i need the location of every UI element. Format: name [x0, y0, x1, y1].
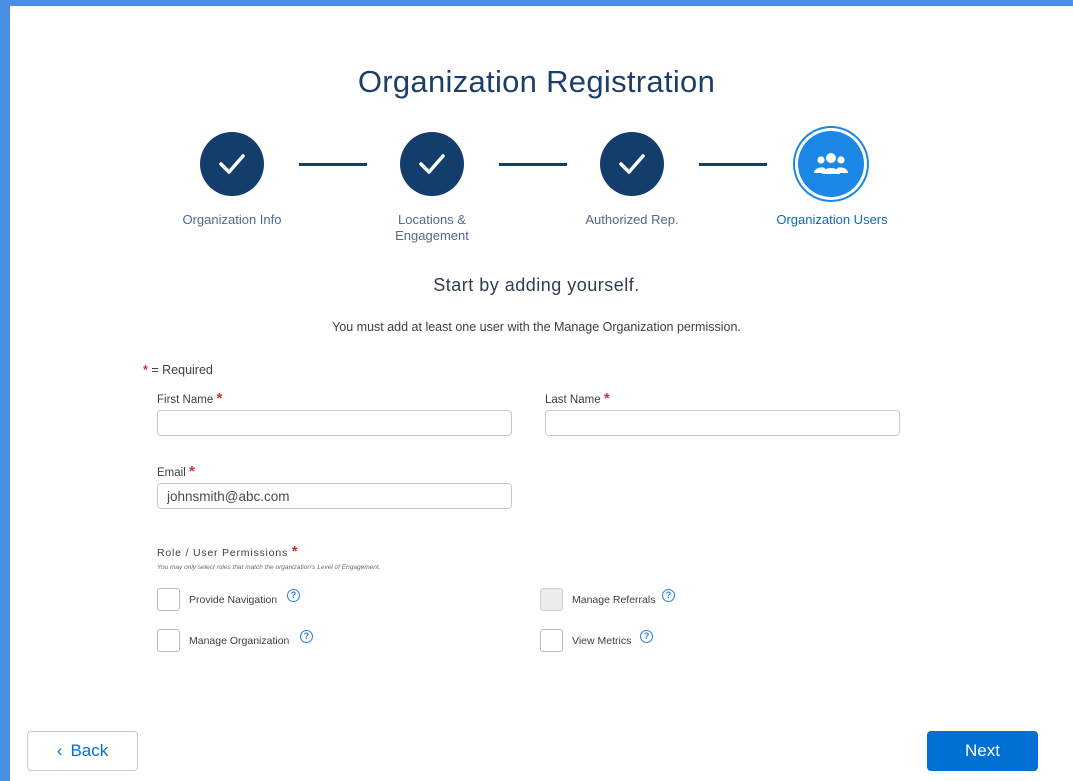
required-asterisk: *	[216, 390, 223, 407]
view-metrics-checkbox[interactable]	[540, 629, 563, 652]
window-top-border	[0, 0, 1073, 6]
last-name-label-text: Last Name	[545, 394, 601, 406]
first-name-input[interactable]	[157, 410, 512, 436]
help-icon[interactable]: ?	[287, 589, 300, 602]
last-name-label: Last Name *	[545, 390, 610, 407]
required-legend-text: = Required	[151, 363, 213, 377]
first-name-label: First Name *	[157, 390, 222, 407]
required-legend: * = Required	[143, 363, 213, 377]
required-asterisk: *	[291, 543, 299, 560]
help-icon[interactable]: ?	[300, 630, 313, 643]
next-button[interactable]: Next	[927, 731, 1038, 771]
permissions-hint: You may only select roles that match the…	[157, 564, 381, 571]
step-connector	[499, 163, 567, 166]
page-title: Organization Registration	[357, 64, 716, 99]
check-icon	[619, 154, 645, 174]
permissions-title: Role / User Permissions *	[157, 543, 298, 560]
manage-organization-checkbox[interactable]	[157, 629, 180, 652]
manage-referrals-label: Manage Referrals	[572, 594, 656, 606]
help-icon[interactable]: ?	[662, 589, 675, 602]
step-connector	[699, 163, 767, 166]
step-1-label: Organization Info	[182, 212, 282, 227]
step-2-complete[interactable]	[400, 132, 464, 196]
help-icon[interactable]: ?	[640, 630, 653, 643]
required-asterisk: *	[603, 390, 610, 407]
email-input[interactable]	[157, 483, 512, 509]
email-label-text: Email	[157, 467, 186, 479]
step-4-label: Organization Users	[776, 212, 888, 227]
section-heading: Start by adding yourself.	[433, 275, 640, 295]
provide-navigation-checkbox[interactable]	[157, 588, 180, 611]
last-name-input[interactable]	[545, 410, 900, 436]
step-1-complete[interactable]	[200, 132, 264, 196]
info-text: You must add at least one user with the …	[332, 320, 741, 334]
step-connector	[299, 163, 367, 166]
manage-referrals-checkbox[interactable]	[540, 588, 563, 611]
step-4-active[interactable]	[798, 131, 864, 197]
email-label: Email *	[157, 463, 195, 480]
back-button-label: Back	[70, 741, 109, 760]
required-asterisk: *	[143, 363, 148, 377]
first-name-label-text: First Name	[157, 394, 214, 406]
users-group-icon	[814, 153, 848, 174]
view-metrics-label: View Metrics	[572, 635, 632, 647]
chevron-left-icon: ‹	[56, 741, 63, 760]
step-3-complete[interactable]	[600, 132, 664, 196]
required-asterisk: *	[188, 463, 195, 480]
window-left-border	[0, 0, 10, 781]
step-2-label: Locations & Engagement	[395, 212, 469, 243]
permissions-title-text: Role / User Permissions	[157, 547, 289, 559]
check-icon	[419, 154, 445, 174]
back-button[interactable]: ‹ Back	[27, 731, 138, 771]
check-icon	[219, 154, 245, 174]
provide-navigation-label: Provide Navigation	[189, 594, 278, 606]
step-3-label: Authorized Rep.	[585, 212, 679, 227]
manage-organization-label: Manage Organization	[189, 635, 290, 647]
